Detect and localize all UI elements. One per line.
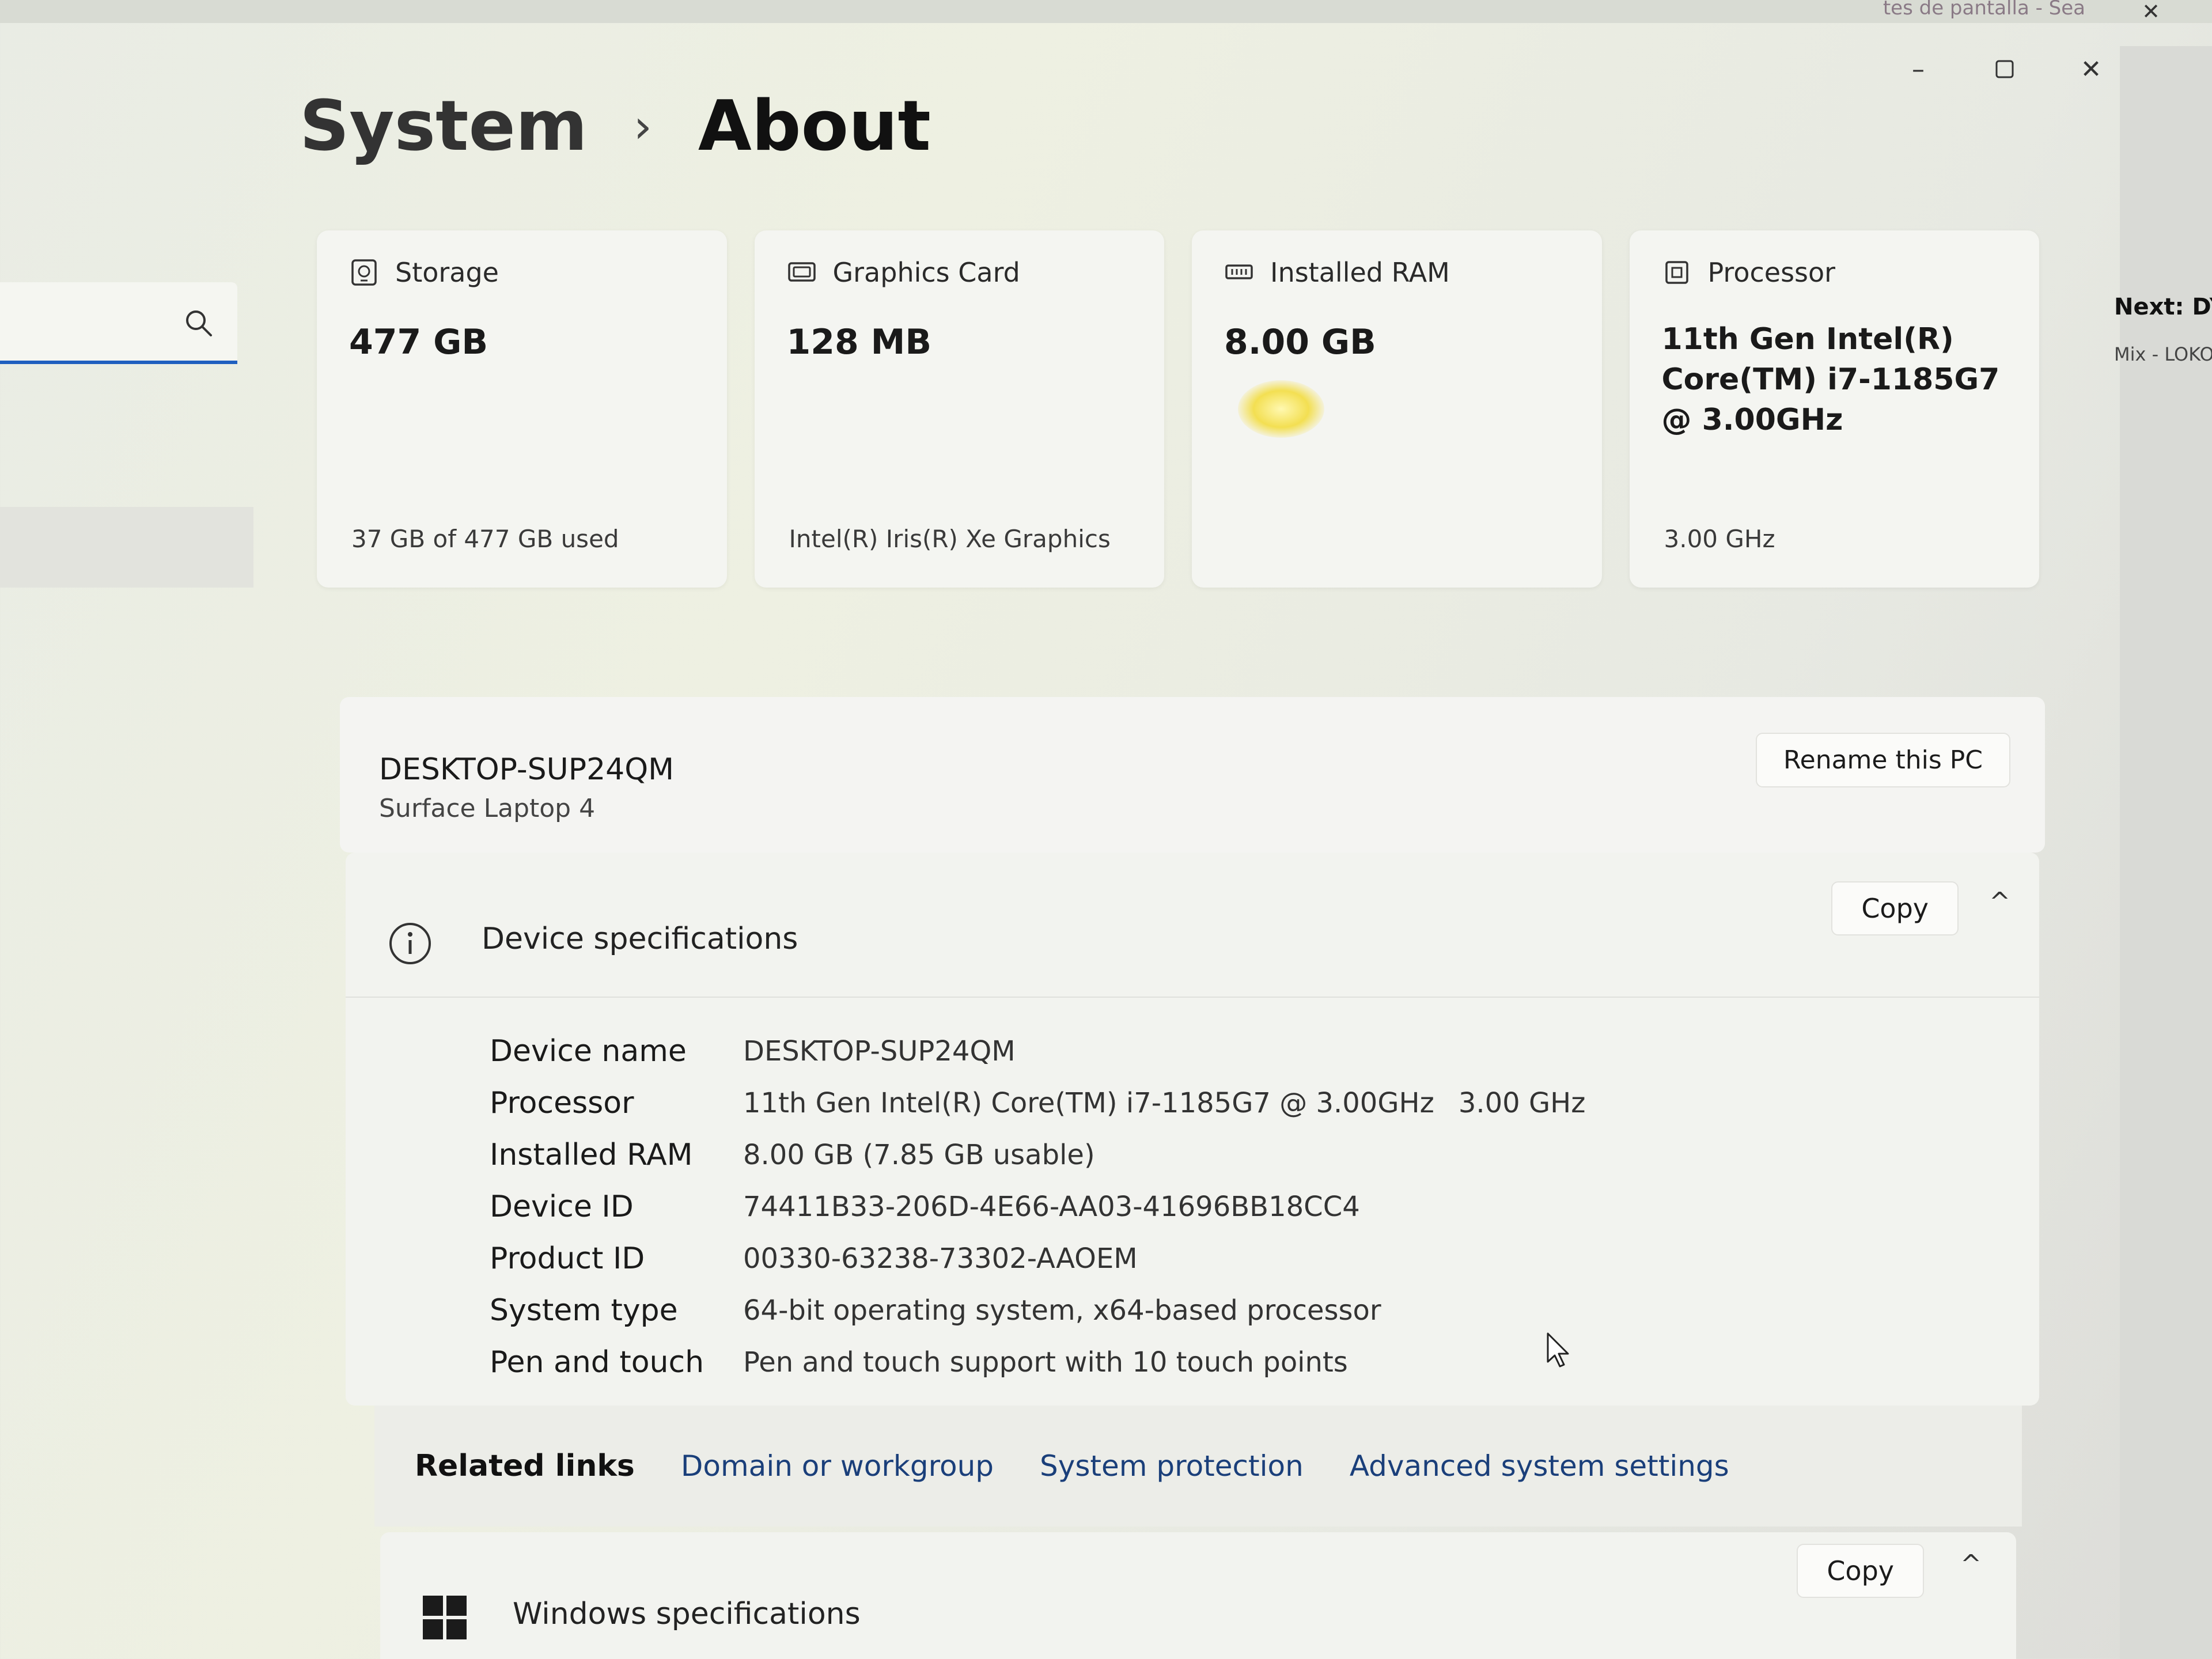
spec-extra-value: 3.00 GHz <box>1458 1087 1586 1119</box>
copy-windows-specs-button[interactable]: Copy <box>1797 1544 1924 1598</box>
tile-title: Graphics Card <box>832 257 1020 288</box>
domain-or-workgroup-link[interactable]: Domain or workgroup <box>681 1449 994 1483</box>
spec-value: DESKTOP-SUP24QM <box>743 1035 1016 1067</box>
tile-installed-ram[interactable]: Installed RAM 8.00 GB <box>1192 230 1602 588</box>
spec-value: 11th Gen Intel(R) Core(TM) i7-1185G7 @ 3… <box>743 1087 1434 1119</box>
spec-value: 74411B33-206D-4E66-AA03-41696BB18CC4 <box>743 1191 1360 1223</box>
tile-value: 11th Gen Intel(R) Core(TM) i7-1185G7 @ 3… <box>1661 322 2000 438</box>
background-tab-title[interactable]: tes de pantalla - Sea <box>1883 0 2085 20</box>
device-specifications-section: Device specifications Copy ^ Device name… <box>346 853 2039 1406</box>
spec-row-pen-and-touch: Pen and touch Pen and touch support with… <box>490 1336 1585 1388</box>
chevron-up-icon[interactable]: ^ <box>1960 1550 1982 1579</box>
screen-glare <box>1238 380 1324 438</box>
spec-row-device-name: Device name DESKTOP-SUP24QM <box>490 1025 1585 1077</box>
spec-label: Device name <box>490 1034 687 1069</box>
spec-label: Device ID <box>490 1190 634 1224</box>
advanced-system-settings-link[interactable]: Advanced system settings <box>1350 1449 1729 1483</box>
tile-value: 8.00 GB <box>1224 322 1376 362</box>
minimize-icon[interactable]: – <box>1901 52 1936 86</box>
device-specifications-title: Device specifications <box>482 922 798 956</box>
windows-specifications-title: Windows specifications <box>513 1597 861 1631</box>
tile-title: Storage <box>395 257 499 288</box>
tile-subtext: 3.00 GHz <box>1664 525 1775 553</box>
system-protection-link[interactable]: System protection <box>1040 1449 1304 1483</box>
spec-label: Processor <box>490 1086 634 1120</box>
background-window-strip: tes de pantalla - Sea ✕ <box>0 0 2212 24</box>
windows-logo-icon <box>423 1596 467 1639</box>
spec-row-device-id: Device ID 74411B33-206D-4E66-AA03-41696B… <box>490 1181 1585 1233</box>
related-links-title: Related links <box>415 1449 635 1483</box>
processor-icon <box>1665 261 1688 284</box>
spec-row-processor: Processor 11th Gen Intel(R) Core(TM) i7-… <box>490 1077 1585 1129</box>
chevron-up-icon[interactable]: ^ <box>1989 887 2010 916</box>
background-tab-close-icon[interactable]: ✕ <box>2142 0 2160 24</box>
tile-value: 128 MB <box>786 322 932 362</box>
device-name-card: DESKTOP-SUP24QM Surface Laptop 4 Rename … <box>340 697 2045 853</box>
background-side-panel <box>2120 46 2212 1659</box>
device-name: DESKTOP-SUP24QM <box>379 752 675 787</box>
graphics-card-icon <box>787 262 816 282</box>
tile-processor[interactable]: Processor 11th Gen Intel(R) Core(TM) i7-… <box>1629 230 2039 588</box>
tile-title: Installed RAM <box>1270 257 1450 288</box>
tile-storage[interactable]: Storage 477 GB 37 GB of 477 GB used <box>317 230 727 588</box>
spec-label: System type <box>490 1293 678 1328</box>
breadcrumb-system[interactable]: System <box>300 86 588 166</box>
spec-value: Pen and touch support with 10 touch poin… <box>743 1346 1348 1378</box>
breadcrumb-separator-icon: › <box>633 100 652 153</box>
maximize-icon[interactable] <box>1987 52 2022 86</box>
breadcrumb: System › About <box>300 86 931 166</box>
page-title: About <box>698 86 931 166</box>
search-icon[interactable] <box>182 306 214 339</box>
spec-label: Product ID <box>490 1241 645 1276</box>
tile-graphics-card[interactable]: Graphics Card 128 MB Intel(R) Iris(R) Xe… <box>754 230 1164 588</box>
rename-pc-button[interactable]: Rename this PC <box>1756 733 2010 787</box>
copy-device-specs-button[interactable]: Copy <box>1831 881 1959 935</box>
sidebar-selected-item[interactable] <box>0 507 253 588</box>
device-specifications-header[interactable]: Device specifications Copy ^ <box>346 853 2039 998</box>
storage-icon <box>351 259 377 286</box>
spec-row-installed-ram: Installed RAM 8.00 GB (7.85 GB usable) <box>490 1129 1585 1181</box>
mouse-cursor-icon <box>1547 1332 1569 1368</box>
spec-label: Installed RAM <box>490 1138 693 1172</box>
settings-window: tes de pantalla - Sea ✕ Next: DYF Mix - … <box>0 0 2212 1659</box>
tile-title: Processor <box>1707 257 1836 288</box>
background-next-label[interactable]: Next: DYF <box>2114 294 2212 320</box>
info-icon <box>389 923 431 964</box>
close-icon[interactable]: ✕ <box>2074 52 2108 86</box>
settings-search-input[interactable] <box>0 282 237 364</box>
hardware-tiles: Storage 477 GB 37 GB of 477 GB used Grap… <box>317 230 2039 588</box>
spec-label: Pen and touch <box>490 1345 704 1380</box>
tile-value: 477 GB <box>349 322 488 362</box>
ram-icon <box>1225 264 1253 279</box>
spec-value: 8.00 GB (7.85 GB usable) <box>743 1139 1095 1171</box>
tile-subtext: Intel(R) Iris(R) Xe Graphics <box>789 525 1111 553</box>
spec-row-product-id: Product ID 00330-63238-73302-AAOEM <box>490 1233 1585 1285</box>
window-controls: – ✕ <box>1901 52 2108 86</box>
windows-specifications-section[interactable]: Windows specifications Copy ^ <box>380 1532 2016 1659</box>
background-mix-label[interactable]: Mix - LOKO <box>2114 343 2212 365</box>
spec-value: 64-bit operating system, x64-based proce… <box>743 1294 1381 1327</box>
related-links-bar: Related links Domain or workgroup System… <box>374 1406 2022 1527</box>
device-model: Surface Laptop 4 <box>379 794 596 823</box>
spec-rows: Device name DESKTOP-SUP24QM Processor 11… <box>490 1025 1585 1388</box>
spec-row-system-type: System type 64-bit operating system, x64… <box>490 1285 1585 1336</box>
tile-subtext: 37 GB of 477 GB used <box>351 525 619 553</box>
spec-value: 00330-63238-73302-AAOEM <box>743 1243 1138 1275</box>
